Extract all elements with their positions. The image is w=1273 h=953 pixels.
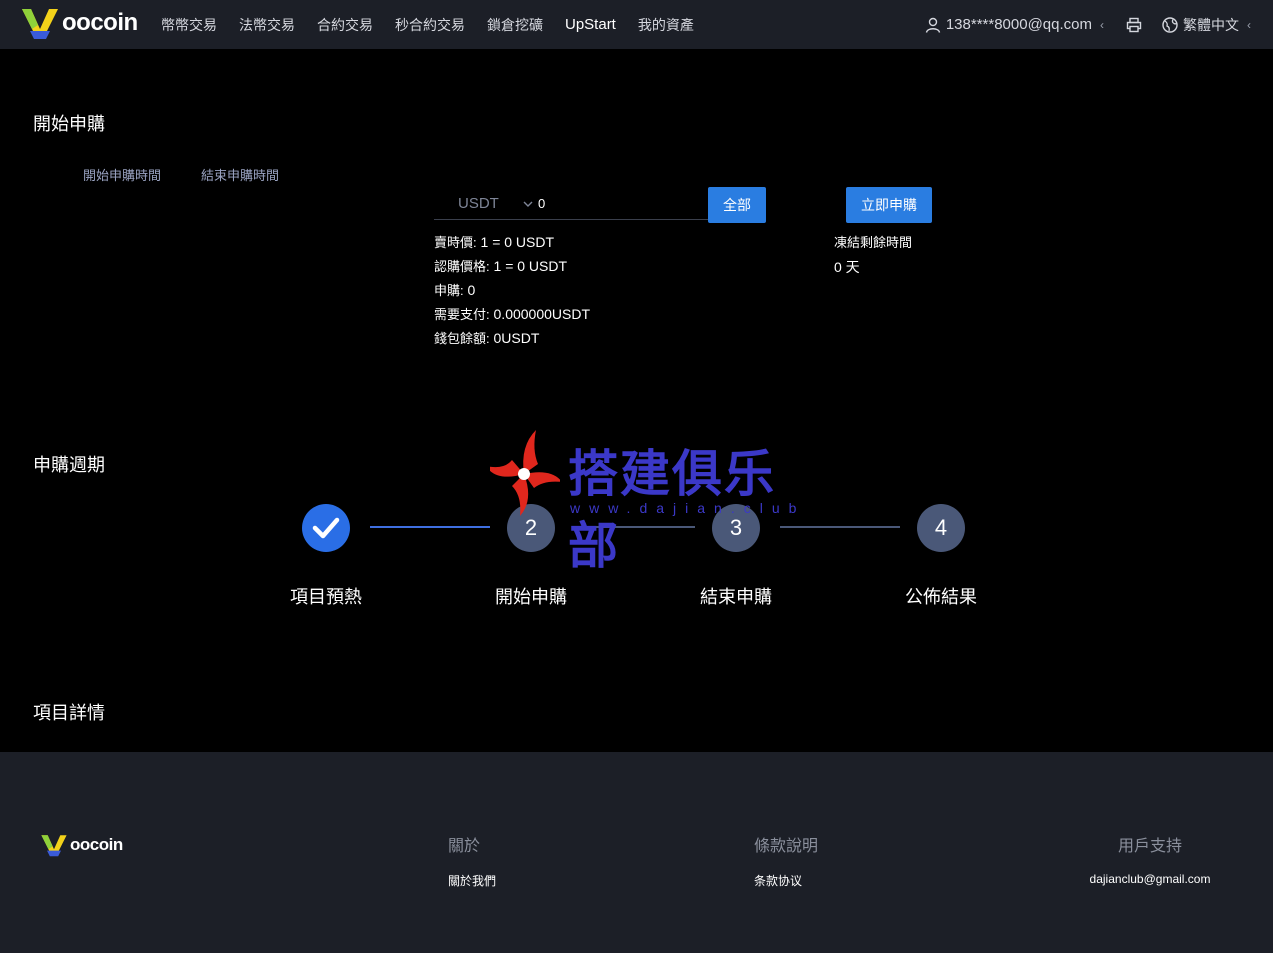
info-row: 需要支付: 0.000000USDT <box>434 306 591 322</box>
info-row: 賣時價: 1 = 0 USDT <box>434 234 555 250</box>
logo-v-icon <box>41 835 67 857</box>
step-connector <box>370 526 490 528</box>
language-label: 繁體中文 <box>1183 16 1239 33</box>
footer-brand-name: oocoin <box>70 835 123 854</box>
pinwheel-logo-icon <box>490 430 560 516</box>
footer-support: 用戶支持 dajianclub@gmail.com <box>1084 832 1216 886</box>
footer-terms: 條款說明 条款协议 <box>754 832 818 889</box>
watermark: 搭建俱乐部 www.dajian.club <box>490 428 796 575</box>
currency-value: USDT <box>458 195 499 212</box>
cycle-title: 申購週期 <box>33 455 105 475</box>
chevron-left-icon: ‹ <box>1247 17 1251 32</box>
freeze-value: 0 天 <box>834 259 860 275</box>
check-icon <box>312 517 340 539</box>
nav-my-assets[interactable]: 我的資產 <box>638 15 694 35</box>
freeze-label: 凍結剩餘時間 <box>834 235 913 250</box>
start-time-label: 開始申購時間 <box>83 168 162 183</box>
watermark-url: www.dajian.club <box>570 500 806 516</box>
footer-support-email[interactable]: dajianclub@gmail.com <box>1084 872 1216 886</box>
nav-spot-trading[interactable]: 幣幣交易 <box>161 15 217 35</box>
nav-contract-trading[interactable]: 合約交易 <box>317 15 373 35</box>
step-1-label: 項目預熱 <box>290 587 362 607</box>
end-time-label: 結束申購時間 <box>201 168 280 183</box>
footer-terms-title: 條款說明 <box>754 838 819 855</box>
nav-second-contract[interactable]: 秒合約交易 <box>395 15 465 35</box>
footer-about-title: 關於 <box>448 838 481 855</box>
freeze-remaining: 凍結剩餘時間 0 天 <box>834 234 912 282</box>
footer: oocoin 關於 關於我們 條款說明 条款协议 用戶支持 dajianclub… <box>0 752 1273 953</box>
footer-terms-link[interactable]: 条款协议 <box>754 872 818 889</box>
user-email: 138****8000@qq.com <box>945 16 1092 33</box>
amount-input[interactable]: 0 <box>538 188 708 220</box>
footer-logo[interactable]: oocoin <box>40 832 123 858</box>
info-row: 申購: 0 <box>434 282 476 298</box>
printer-icon[interactable] <box>1126 17 1142 33</box>
step-3-label: 結束申購 <box>700 587 772 607</box>
nav-fiat-trading[interactable]: 法幣交易 <box>239 15 295 35</box>
main-nav: 幣幣交易 法幣交易 合約交易 秒合約交易 鎖倉挖礦 UpStart 我的資產 <box>161 0 716 49</box>
step-1-check <box>302 504 350 552</box>
subscribe-info: 賣時價: 1 = 0 USDT 認購價格: 1 = 0 USDT 申購: 0 需… <box>434 232 590 352</box>
logo-v-icon <box>22 9 58 39</box>
language-selector[interactable]: 繁體中文 ‹ <box>1162 15 1251 35</box>
details-title: 項目詳情 <box>33 703 105 723</box>
nav-lock-mining[interactable]: 鎖倉挖礦 <box>487 15 543 35</box>
step-2-label: 開始申購 <box>495 587 567 607</box>
user-menu[interactable]: 138****8000@qq.com ‹ <box>925 16 1104 33</box>
step-4: 4 <box>917 504 965 552</box>
amount-value: 0 <box>538 196 546 211</box>
subscribe-time-labels: 開始申購時間 結束申購時間 <box>83 165 319 184</box>
top-header: oocoin 幣幣交易 法幣交易 合約交易 秒合約交易 鎖倉挖礦 UpStart… <box>0 0 1273 49</box>
user-icon <box>925 17 941 33</box>
nav-upstart[interactable]: UpStart <box>565 16 616 33</box>
footer-support-title: 用戶支持 <box>1117 838 1182 855</box>
currency-select[interactable]: USDT <box>434 188 538 220</box>
step-connector <box>780 526 900 528</box>
brand-logo[interactable]: oocoin <box>20 5 138 41</box>
step-4-label: 公佈結果 <box>905 587 977 607</box>
info-row: 錢包餘額: 0USDT <box>434 330 540 346</box>
globe-icon <box>1162 16 1178 33</box>
subscribe-title: 開始申購 <box>33 114 105 134</box>
brand-name: oocoin <box>62 9 138 36</box>
chevron-down-icon <box>523 201 533 207</box>
max-amount-button[interactable]: 全部 <box>708 187 766 223</box>
footer-about: 關於 關於我們 <box>448 832 496 889</box>
info-row: 認購價格: 1 = 0 USDT <box>434 258 568 274</box>
subscribe-now-button[interactable]: 立即申購 <box>846 187 932 223</box>
footer-about-link[interactable]: 關於我們 <box>448 872 496 889</box>
chevron-left-icon: ‹ <box>1100 17 1104 32</box>
header-right: 138****8000@qq.com ‹ 繁體中文 ‹ <box>925 0 1273 49</box>
